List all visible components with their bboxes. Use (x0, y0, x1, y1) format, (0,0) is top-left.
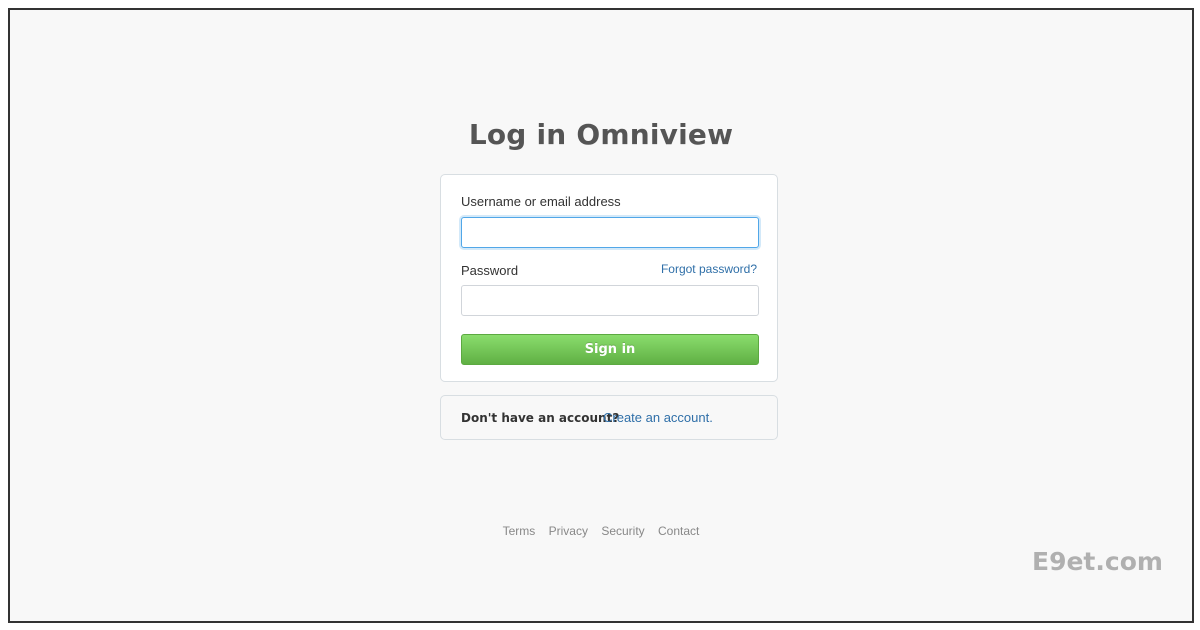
footer-link-contact[interactable]: Contact (658, 524, 699, 538)
password-input[interactable] (461, 285, 759, 316)
create-account-box: Don't have an account? Create an account… (440, 395, 778, 440)
username-input[interactable] (461, 217, 759, 248)
footer-links: Terms Privacy Security Contact (10, 524, 1192, 538)
footer-link-security[interactable]: Security (601, 524, 644, 538)
page-title: Log in Omniview (468, 118, 734, 151)
footer-link-terms[interactable]: Terms (503, 524, 536, 538)
create-account-link[interactable]: Create an account. (603, 410, 713, 425)
password-label: Password (461, 263, 519, 278)
page-frame: Log in Omniview Username or email addres… (8, 8, 1194, 623)
no-account-prompt: Don't have an account? (461, 411, 620, 425)
username-label: Username or email address (461, 194, 621, 209)
login-form-card: Username or email address Password Forgo… (440, 174, 778, 382)
footer-link-privacy[interactable]: Privacy (549, 524, 588, 538)
watermark: E9et.com (1032, 547, 1163, 576)
sign-in-button[interactable]: Sign in (461, 334, 759, 365)
forgot-password-link[interactable]: Forgot password? (661, 262, 757, 276)
